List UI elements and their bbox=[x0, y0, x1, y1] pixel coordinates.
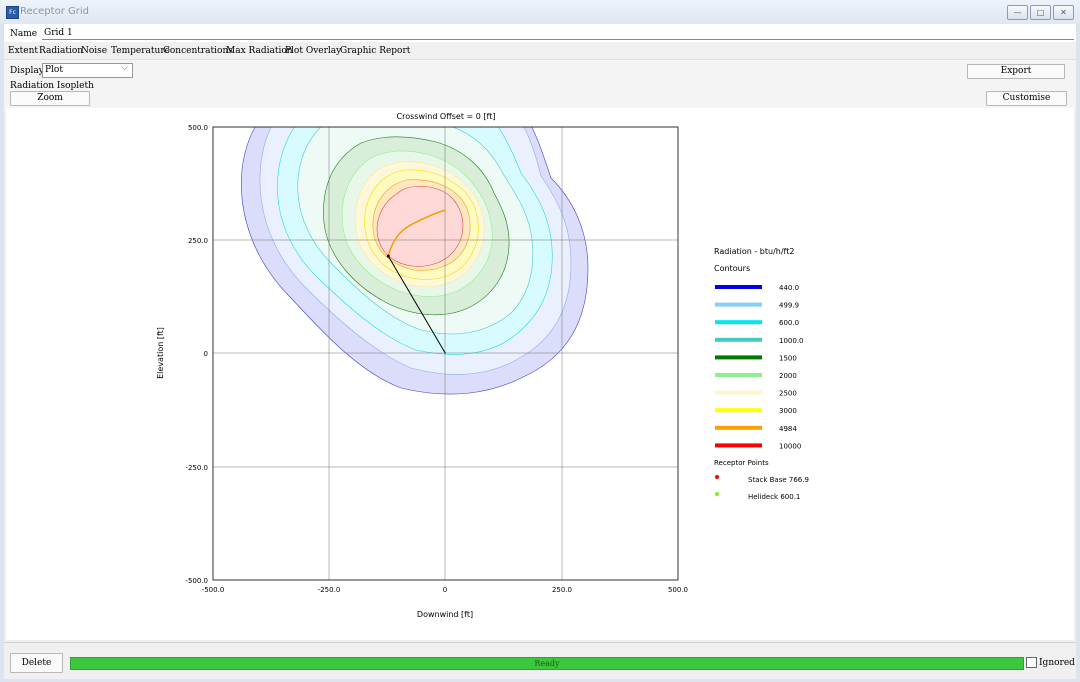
tab-max-radiation[interactable]: Max Radiation bbox=[226, 46, 293, 56]
ignored-checkbox[interactable] bbox=[1026, 657, 1037, 668]
footer: Delete Ready Ignored bbox=[4, 642, 1076, 679]
x-tick-label: -500.0 bbox=[202, 586, 225, 594]
y-tick-label: -250.0 bbox=[185, 464, 208, 472]
flame-tip-marker bbox=[386, 254, 390, 258]
legend-label: 4984 bbox=[779, 425, 797, 433]
legend-swatch bbox=[715, 390, 762, 395]
tab-noise[interactable]: Noise bbox=[81, 46, 107, 56]
close-icon[interactable]: ✕ bbox=[1053, 5, 1074, 20]
legend-swatch bbox=[715, 285, 762, 289]
legend-swatch bbox=[715, 443, 762, 448]
legend-swatch bbox=[715, 355, 762, 360]
y-tick-labels: 500.0 250.0 0 -250.0 -500.0 bbox=[185, 124, 208, 585]
legend-label: 10000 bbox=[779, 442, 801, 450]
display-select[interactable]: Plot ⌵ bbox=[42, 63, 133, 78]
legend-contours-label: Contours bbox=[714, 264, 750, 273]
receptor-point-marker bbox=[715, 475, 719, 479]
display-select-value: Plot bbox=[45, 65, 63, 75]
plot-area: Crosswind Offset = 0 [ft] -500.0 -250.0 … bbox=[6, 108, 1074, 640]
y-tick-label: 0 bbox=[204, 350, 208, 358]
y-tick-label: 500.0 bbox=[188, 124, 208, 132]
display-label: Display bbox=[10, 66, 44, 76]
x-tick-label: -250.0 bbox=[318, 586, 341, 594]
y-tick-label: 250.0 bbox=[188, 237, 208, 245]
maximize-icon[interactable]: □ bbox=[1030, 5, 1051, 20]
y-tick-label: -500.0 bbox=[185, 577, 208, 585]
x-tick-label: 0 bbox=[443, 586, 447, 594]
export-button[interactable]: Export bbox=[967, 64, 1065, 79]
name-row: Name bbox=[4, 24, 1076, 42]
receptor-point-marker bbox=[715, 492, 719, 496]
window-title: Receptor Grid bbox=[20, 6, 89, 17]
legend-label: 499.9 bbox=[779, 302, 799, 310]
tab-radiation[interactable]: Radiation bbox=[39, 46, 83, 56]
tab-temperature[interactable]: Temperature bbox=[111, 46, 170, 56]
contour-layers bbox=[241, 127, 589, 395]
window-client: Name Extent Radiation Noise Temperature … bbox=[4, 24, 1076, 679]
y-axis-label: Elevation [ft] bbox=[156, 327, 165, 379]
name-label: Name bbox=[10, 29, 38, 39]
title-bar: Fc Receptor Grid — □ ✕ bbox=[0, 0, 1080, 24]
x-tick-label: 500.0 bbox=[668, 586, 688, 594]
tab-graphic-report[interactable]: Graphic Report bbox=[340, 46, 410, 56]
legend-swatch bbox=[715, 337, 762, 342]
legend-swatch bbox=[715, 320, 762, 325]
legend-label: 2500 bbox=[779, 390, 797, 398]
legend-swatch bbox=[715, 425, 762, 430]
radiation-isopleth-label: Radiation Isopleth bbox=[10, 81, 94, 91]
x-tick-labels: -500.0 -250.0 0 250.0 500.0 bbox=[202, 586, 688, 594]
legend-swatch bbox=[715, 373, 762, 377]
zoom-button[interactable]: Zoom bbox=[10, 91, 90, 106]
receptor-point-label: Helideck 600.1 bbox=[748, 493, 800, 501]
legend-label: 3000 bbox=[779, 407, 797, 415]
legend-receptor-points-label: Receptor Points bbox=[714, 459, 769, 467]
legend-title: Radiation - btu/h/ft2 bbox=[714, 247, 794, 256]
app-icon: Fc bbox=[6, 6, 19, 19]
customise-button[interactable]: Customise bbox=[986, 91, 1067, 106]
legend-label: 1000.0 bbox=[779, 337, 804, 345]
x-axis-label: Downwind [ft] bbox=[417, 610, 473, 619]
tab-concentrations[interactable]: Concentrations bbox=[163, 46, 233, 56]
status-progress-bar: Ready bbox=[70, 657, 1024, 670]
legend-label: 440.0 bbox=[779, 284, 799, 292]
chevron-down-icon: ⌵ bbox=[121, 63, 128, 73]
legend-label: 2000 bbox=[779, 372, 797, 380]
legend-label: 1500 bbox=[779, 354, 797, 362]
receptor-point-label: Stack Base 766.9 bbox=[748, 476, 809, 484]
tab-extent[interactable]: Extent bbox=[8, 46, 38, 56]
toolbar: Display Plot ⌵ Export Radiation Isopleth… bbox=[4, 59, 1076, 110]
x-tick-label: 250.0 bbox=[552, 586, 572, 594]
minimize-icon[interactable]: — bbox=[1007, 5, 1028, 20]
name-field[interactable] bbox=[42, 26, 1074, 40]
legend-swatch bbox=[715, 302, 762, 307]
legend: Radiation - btu/h/ft2 Contours 440.0 499.… bbox=[714, 247, 809, 501]
ignored-label: Ignored bbox=[1039, 658, 1075, 668]
legend-label: 600.0 bbox=[779, 319, 799, 327]
delete-button[interactable]: Delete bbox=[10, 653, 63, 673]
radiation-chart: Crosswind Offset = 0 [ft] -500.0 -250.0 … bbox=[156, 112, 809, 619]
tab-plot-overlay[interactable]: Plot Overlay bbox=[285, 46, 341, 56]
legend-swatch bbox=[715, 408, 762, 413]
chart-title: Crosswind Offset = 0 [ft] bbox=[397, 112, 496, 121]
